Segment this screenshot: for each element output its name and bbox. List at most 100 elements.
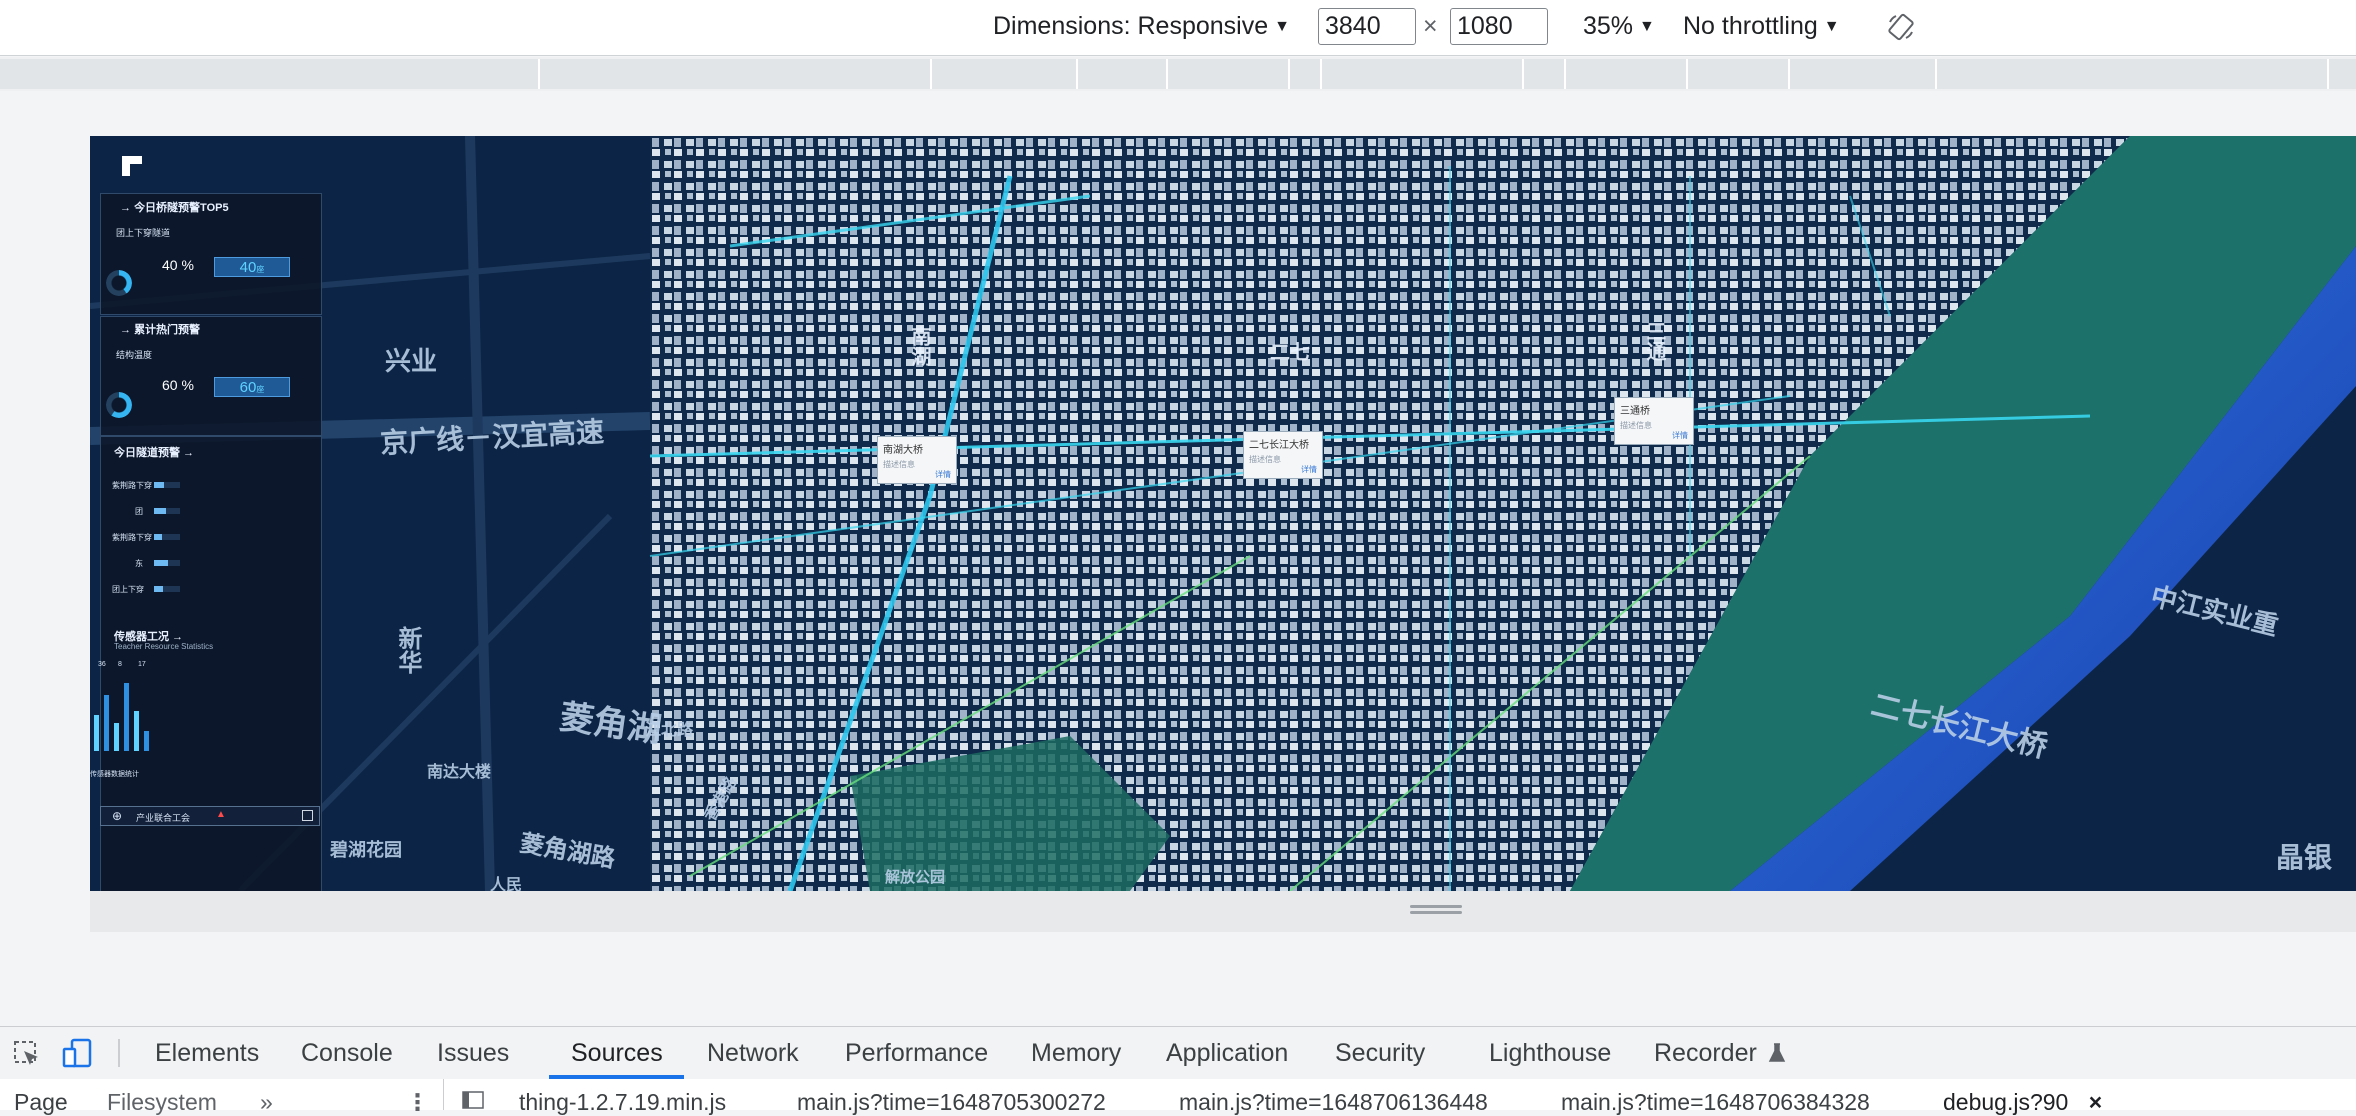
file-tab-label: debug.js?90	[1943, 1089, 2069, 1115]
file-tab[interactable]: main.js?time=1648706136448	[1179, 1089, 1488, 1116]
bridge-card-title: 二七长江大桥	[1249, 440, 1309, 451]
tab-memory[interactable]: Memory	[1031, 1039, 1121, 1068]
panel-title: 今日隧道预警 →	[114, 447, 195, 459]
times-icon: ×	[1423, 12, 1438, 40]
tunnel-row-bar	[154, 586, 163, 592]
bridge-card-santong[interactable]: 三通桥 描述信息 详情	[1614, 397, 1694, 445]
file-tab-active[interactable]: debug.js?90 ×	[1943, 1089, 2102, 1116]
sensor-bar	[134, 711, 139, 751]
progress-ring	[106, 392, 132, 418]
tunnel-row-bar	[154, 482, 164, 488]
sensor-subtitle: Teacher Resource Statistics	[114, 642, 214, 651]
tab-sources[interactable]: Sources	[571, 1039, 663, 1068]
tab-recorder-label: Recorder	[1654, 1039, 1757, 1067]
media-query-segment[interactable]	[540, 59, 932, 89]
media-query-segment[interactable]	[1322, 59, 1524, 89]
viewport-resize-handle[interactable]	[1410, 905, 1462, 917]
file-tab[interactable]: thing-1.2.7.19.min.js	[519, 1089, 726, 1116]
card1-value: 40	[239, 259, 257, 276]
app-logo-icon	[122, 156, 142, 176]
bridge-card-title: 南湖大桥	[883, 445, 923, 456]
sensor-bar-chart: 36 8 17	[94, 661, 149, 751]
tab-recorder[interactable]: Recorder	[1654, 1039, 1786, 1068]
media-query-segment[interactable]	[1790, 59, 1937, 89]
media-query-segment[interactable]	[1290, 59, 1322, 89]
inspect-element-icon[interactable]	[12, 1039, 42, 1069]
file-tab[interactable]: main.js?time=1648705300272	[797, 1089, 1106, 1116]
tab-console[interactable]: Console	[301, 1039, 393, 1068]
close-icon[interactable]: ×	[2089, 1089, 2102, 1115]
card1-unit: 座	[256, 265, 265, 274]
map-label: 解放公园	[885, 869, 946, 886]
media-query-segment[interactable]	[1688, 59, 1790, 89]
navigator-tab-filesystem[interactable]: Filesystem	[107, 1089, 217, 1116]
more-tabs-icon[interactable]: »	[260, 1089, 273, 1116]
tunnel-row-bar	[154, 560, 168, 566]
dimensions-label: Dimensions: Responsive	[993, 12, 1269, 40]
tunnel-row-label: 东	[135, 559, 143, 568]
card1-item: 团上下穿隧道	[116, 228, 171, 238]
map-viewport[interactable]: 京广线－汉宜高速 兴业 中江实业重 二七长江大桥 菱角湖 菱角湖路 新华 南达大…	[90, 136, 2356, 891]
sensor-bar	[94, 715, 99, 751]
media-query-segment[interactable]	[0, 59, 540, 89]
expand-icon[interactable]	[302, 810, 313, 821]
tunnel-row-bar	[154, 508, 166, 514]
bridge-card-nanhu[interactable]: 南湖大桥 描述信息 详情	[877, 436, 957, 484]
media-query-segment[interactable]	[932, 59, 1078, 89]
map-label: 新华	[394, 626, 421, 674]
media-query-segment[interactable]	[1168, 59, 1290, 89]
throttling-label: No throttling	[1683, 12, 1818, 40]
dimensions-dropdown[interactable]: Dimensions: Responsive ▼	[993, 12, 1290, 41]
sensor-footer-caption: 传感器数据统计	[90, 771, 139, 778]
card2-value: 60	[239, 379, 257, 396]
progress-ring	[106, 270, 132, 296]
tab-elements[interactable]: Elements	[155, 1039, 259, 1068]
media-query-segment[interactable]	[1937, 59, 2329, 89]
more-options-icon[interactable]: ⋮	[406, 1089, 429, 1116]
toolbar-divider	[118, 1039, 120, 1067]
chevron-down-icon: ▼	[1823, 18, 1840, 36]
device-toolbar-toggle-icon[interactable]	[62, 1037, 94, 1069]
card2-unit: 座	[256, 385, 265, 394]
tunnel-row-bar	[154, 534, 162, 540]
card2-value-box: 60座	[214, 377, 290, 397]
bridge-card-details-link[interactable]: 详情	[1672, 430, 1688, 441]
tab-application[interactable]: Application	[1166, 1039, 1288, 1068]
media-query-segment[interactable]	[1078, 59, 1168, 89]
navigator-tab-page[interactable]: Page	[14, 1089, 68, 1116]
sensor-badge: 36	[98, 661, 106, 668]
media-query-bar[interactable]	[0, 57, 2356, 91]
throttling-dropdown[interactable]: No throttling ▼	[1683, 12, 1840, 41]
bridge-card-details-link[interactable]: 详情	[935, 469, 951, 480]
media-query-segment[interactable]	[2329, 59, 2356, 89]
media-query-segment[interactable]	[1524, 59, 1566, 89]
toggle-navigator-icon[interactable]	[462, 1091, 484, 1109]
zoom-dropdown[interactable]: 35% ▼	[1583, 12, 1655, 41]
sources-file-tabbar: Page Filesystem » ⋮ thing-1.2.7.19.min.j…	[0, 1079, 2356, 1115]
bridge-card-erqi[interactable]: 二七长江大桥 描述信息 详情	[1243, 431, 1323, 479]
add-circle-icon[interactable]: ⊕	[112, 809, 122, 823]
card1-title: 今日桥隧预警TOP5	[134, 202, 229, 214]
width-input[interactable]: 3840	[1318, 8, 1416, 45]
card2-percent: 60 %	[162, 377, 194, 393]
file-tab[interactable]: main.js?time=1648706384328	[1561, 1089, 1870, 1116]
bridge-card-title: 三通桥	[1620, 406, 1650, 417]
tunnel-row-label: 紫荆路下穿	[112, 533, 152, 542]
bridge-card-details-link[interactable]: 详情	[1301, 464, 1317, 475]
map-label: 晶银	[2276, 842, 2333, 873]
tab-network[interactable]: Network	[707, 1039, 799, 1068]
card1-value-box: 40座	[214, 257, 290, 277]
panel-footer-bar[interactable]	[100, 806, 320, 826]
flask-icon	[1768, 1043, 1785, 1062]
card2-item: 结构温度	[116, 350, 153, 360]
map-label: 江北路	[645, 722, 694, 739]
tab-lighthouse[interactable]: Lighthouse	[1489, 1039, 1611, 1068]
warning-triangle-icon: ▲	[216, 809, 226, 820]
media-query-segment[interactable]	[1566, 59, 1688, 89]
tab-security[interactable]: Security	[1335, 1039, 1425, 1068]
tab-issues[interactable]: Issues	[437, 1039, 509, 1068]
tab-performance[interactable]: Performance	[845, 1039, 988, 1068]
rotate-icon[interactable]	[1886, 12, 1916, 42]
height-input[interactable]: 1080	[1450, 8, 1548, 45]
map-label: 兴业	[385, 346, 438, 376]
